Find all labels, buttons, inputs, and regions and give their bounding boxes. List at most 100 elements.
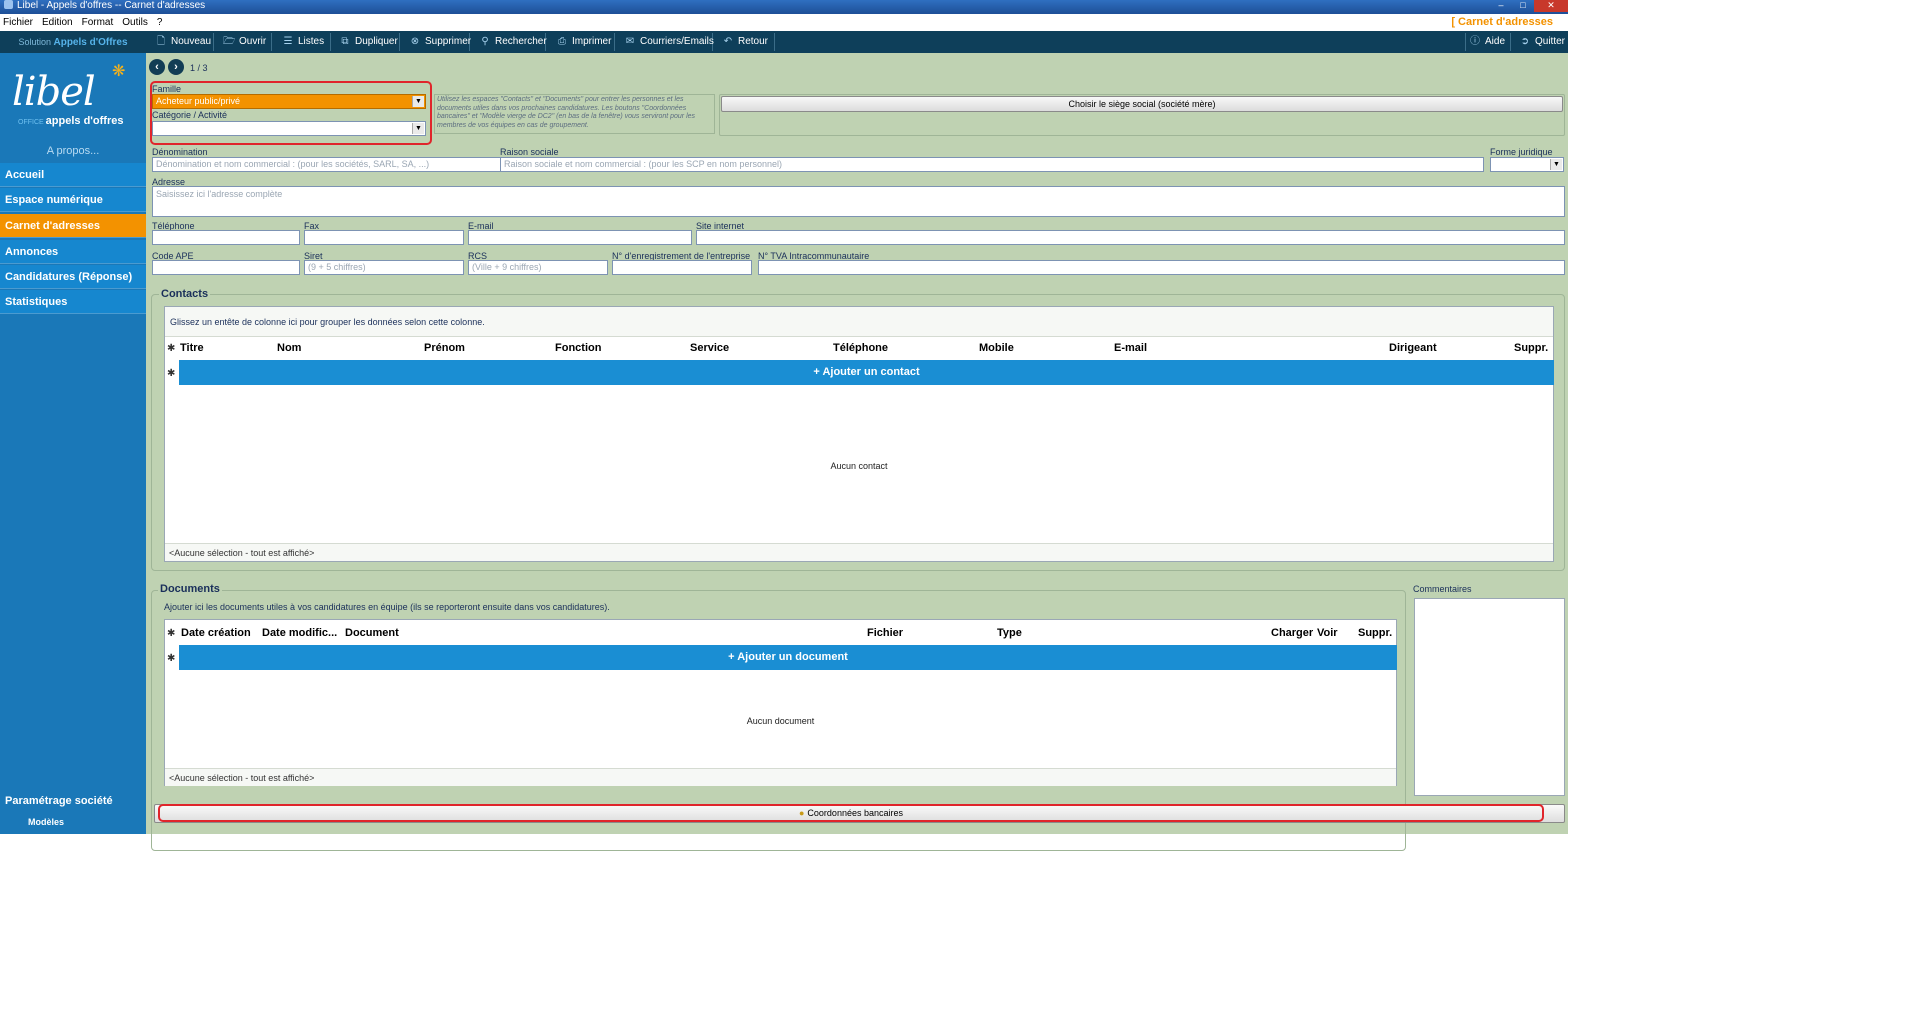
- imprimer-label: Imprimer: [572, 36, 612, 47]
- apropos-link[interactable]: A propos...: [0, 145, 146, 157]
- nouveau-button[interactable]: 🗋 Nouveau: [152, 33, 214, 51]
- folder-icon: 🗁: [223, 36, 236, 47]
- sidebar-item-annonces[interactable]: Annonces: [0, 240, 146, 264]
- email-input[interactable]: [468, 230, 692, 245]
- dupliquer-button[interactable]: ⧉ Dupliquer: [336, 33, 400, 51]
- rechercher-button[interactable]: ⚲ Rechercher: [476, 33, 547, 51]
- forme-select[interactable]: ▼: [1490, 157, 1564, 172]
- col-voir[interactable]: Voir: [1317, 627, 1338, 639]
- comments-textarea[interactable]: [1414, 598, 1565, 796]
- close-icon[interactable]: ✕: [1534, 0, 1568, 12]
- col-fichier[interactable]: Fichier: [867, 627, 903, 639]
- menu-format[interactable]: Format: [82, 17, 114, 28]
- col-service[interactable]: Service: [690, 342, 729, 354]
- window-title: Libel - Appels d'offres -- Carnet d'adre…: [17, 0, 206, 11]
- col-dirigeant[interactable]: Dirigeant: [1389, 342, 1437, 354]
- supprimer-button[interactable]: ⊗ Supprimer: [406, 33, 471, 51]
- col-titre[interactable]: Titre: [180, 342, 204, 354]
- imprimer-button[interactable]: ⎙ Imprimer: [553, 33, 615, 51]
- site-input[interactable]: [696, 230, 1565, 245]
- sidebar-item-carnet-adresses[interactable]: Carnet d'adresses: [0, 214, 146, 238]
- ouvrir-button[interactable]: 🗁 Ouvrir: [220, 33, 272, 51]
- solution-label: Solution Appels d'Offres: [0, 31, 146, 53]
- toolbar: Solution Appels d'Offres 🗋 Nouveau 🗁 Ouvri…: [0, 31, 1568, 53]
- famille-select[interactable]: Acheteur public/privé ▼: [152, 94, 426, 109]
- retour-button[interactable]: ↶ Retour: [719, 33, 775, 51]
- raison-label: Raison sociale: [500, 147, 559, 157]
- return-icon: ↶: [723, 36, 733, 47]
- adresse-textarea[interactable]: Saisissez ici l'adresse complète: [152, 186, 1565, 217]
- col-document[interactable]: Document: [345, 627, 399, 639]
- telephone-input[interactable]: [152, 230, 300, 245]
- sidebar-item-statistiques[interactable]: Statistiques: [0, 290, 146, 314]
- sidebar-item-modeles[interactable]: Modèles: [28, 817, 64, 827]
- info-hint: Utilisez les espaces "Contacts" et "Docu…: [434, 94, 715, 134]
- col-email[interactable]: E-mail: [1114, 342, 1147, 354]
- next-record-icon[interactable]: ›: [168, 59, 184, 75]
- documents-hint: Ajouter ici les documents utiles à vos c…: [164, 602, 610, 612]
- quitter-button[interactable]: ➲ Quitter: [1516, 33, 1568, 51]
- sidebar-item-parametrage[interactable]: Paramétrage société: [0, 790, 146, 812]
- chevron-down-icon[interactable]: ▼: [1550, 159, 1562, 170]
- col-date-creation[interactable]: Date création: [181, 627, 251, 639]
- menu-fichier[interactable]: Fichier: [3, 17, 33, 28]
- duplicate-icon: ⧉: [341, 36, 349, 47]
- denomination-input[interactable]: Dénomination et nom commercial : (pour l…: [152, 157, 500, 172]
- menu-edition[interactable]: Edition: [42, 17, 73, 28]
- raison-input[interactable]: Raison sociale et nom commercial : (pour…: [500, 157, 1484, 172]
- chevron-down-icon[interactable]: ▼: [412, 96, 424, 107]
- rechercher-label: Rechercher: [495, 36, 547, 47]
- courriers-button[interactable]: ✉ Courriers/Emails: [621, 33, 714, 51]
- famille-value: Acheteur public/privé: [156, 96, 241, 106]
- denomination-label: Dénomination: [152, 147, 208, 157]
- comments-label: Commentaires: [1413, 584, 1472, 594]
- tva-input[interactable]: [758, 260, 1565, 275]
- ape-input[interactable]: [152, 260, 300, 275]
- previous-record-icon[interactable]: ‹: [149, 59, 165, 75]
- sidebar: libel ❋ OFFICE appels d'offres A propos..…: [0, 53, 146, 834]
- listes-button[interactable]: ☰ Listes: [279, 33, 331, 51]
- bank-button[interactable]: ● Coordonnées bancaires: [158, 806, 1544, 821]
- col-charger[interactable]: Charger: [1271, 627, 1313, 639]
- asterisk-icon: ✱: [167, 653, 176, 664]
- search-icon: ⚲: [481, 36, 489, 47]
- siret-input[interactable]: (9 + 5 chiffres): [304, 260, 464, 275]
- menu-help[interactable]: ?: [157, 17, 163, 28]
- categorie-select[interactable]: ▼: [152, 121, 426, 136]
- siege-button[interactable]: Choisir le siège social (société mère): [721, 96, 1563, 112]
- documents-grid: ✱ Date création Date modific... Document…: [164, 619, 1397, 786]
- col-mobile[interactable]: Mobile: [979, 342, 1014, 354]
- rcs-input[interactable]: (Ville + 9 chiffres): [468, 260, 608, 275]
- add-document-button[interactable]: + Ajouter un document: [179, 645, 1397, 670]
- maximize-icon[interactable]: □: [1512, 0, 1534, 12]
- col-suppr[interactable]: Suppr.: [1514, 342, 1548, 354]
- famille-label: Famille: [152, 84, 182, 94]
- help-icon: ⓘ: [1470, 36, 1480, 47]
- sidebar-item-candidatures[interactable]: Candidatures (Réponse): [0, 265, 146, 289]
- ouvrir-label: Ouvrir: [239, 36, 267, 47]
- contacts-footer: <Aucune sélection - tout est affiché>: [165, 543, 1553, 561]
- chevron-down-icon[interactable]: ▼: [412, 123, 424, 134]
- asterisk-icon: ✱: [167, 368, 176, 379]
- fax-input[interactable]: [304, 230, 464, 245]
- contacts-grid: Glissez un entête de colonne ici pour gr…: [164, 306, 1554, 562]
- sidebar-item-accueil[interactable]: Accueil: [0, 163, 146, 187]
- col-nom[interactable]: Nom: [277, 342, 301, 354]
- documents-title: Documents: [158, 583, 222, 595]
- col-date-modification[interactable]: Date modific...: [262, 627, 337, 639]
- exit-icon: ➲: [1520, 36, 1530, 47]
- logo-sub-name: appels d'offres: [45, 115, 124, 127]
- col-fonction[interactable]: Fonction: [555, 342, 601, 354]
- col-prenom[interactable]: Prénom: [424, 342, 465, 354]
- col-type[interactable]: Type: [997, 627, 1022, 639]
- aide-button[interactable]: ⓘ Aide: [1465, 33, 1511, 51]
- sidebar-bottom: Paramétrage société Modèles: [0, 790, 146, 834]
- minimize-icon[interactable]: –: [1490, 0, 1512, 12]
- add-contact-button[interactable]: + Ajouter un contact: [179, 360, 1554, 385]
- col-suppr-doc[interactable]: Suppr.: [1358, 627, 1392, 639]
- contacts-group-hint: Glissez un entête de colonne ici pour gr…: [165, 307, 1553, 337]
- menu-outils[interactable]: Outils: [122, 17, 148, 28]
- col-telephone[interactable]: Téléphone: [833, 342, 888, 354]
- sidebar-item-espace-numerique[interactable]: Espace numérique: [0, 188, 146, 212]
- enregistrement-input[interactable]: [612, 260, 752, 275]
